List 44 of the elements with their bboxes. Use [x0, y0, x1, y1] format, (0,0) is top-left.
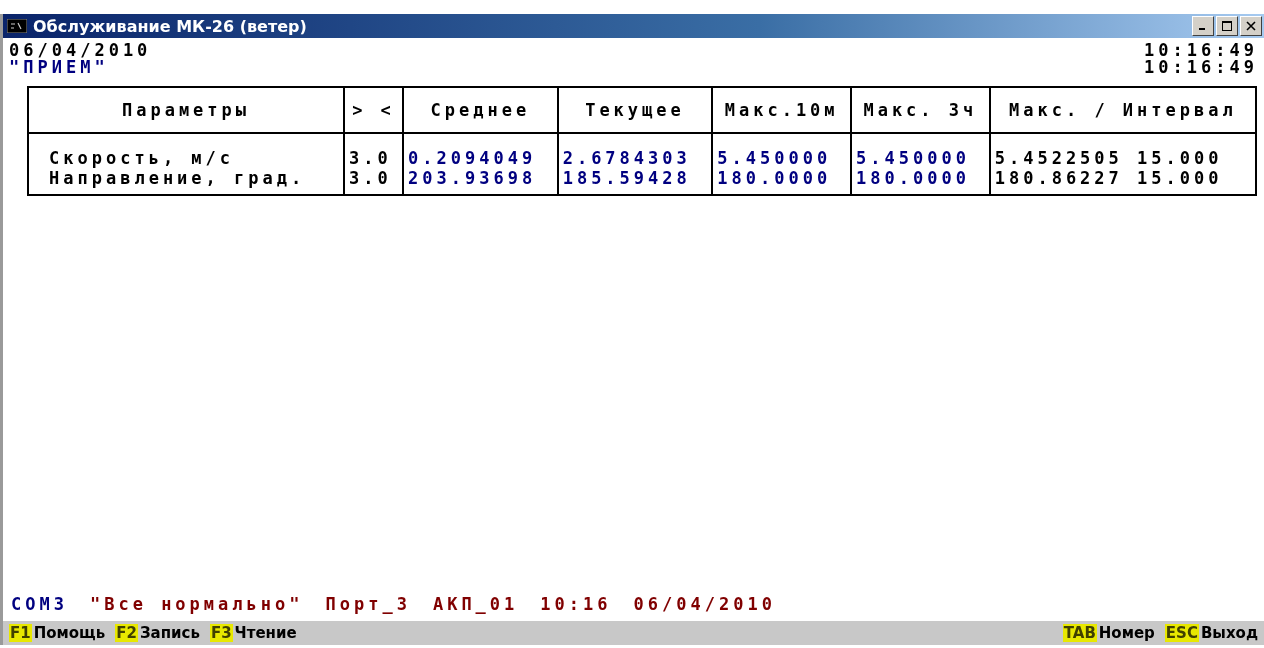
column-header: Макс. / Интервал: [1008, 100, 1237, 120]
table-cell: 5.450000: [856, 148, 970, 168]
function-key-button[interactable]: TAB Номер: [1062, 624, 1155, 642]
time-text: 10:16:49: [1144, 59, 1258, 76]
column-header: > <: [352, 100, 395, 120]
maximize-icon: [1222, 21, 1232, 31]
table-cell: 203.93698: [408, 168, 537, 188]
function-key-button[interactable]: ESC Выход: [1164, 624, 1258, 642]
column-header: Макс.10м: [724, 100, 839, 120]
status-text: 06/04/2010: [633, 596, 776, 613]
table-cell: 0.2094049: [408, 148, 537, 168]
table-cell: 3.0: [349, 168, 392, 188]
function-key-button[interactable]: F1 Помощь: [9, 624, 106, 642]
status-text: 10:16: [540, 596, 612, 613]
column-header: Макс. 3ч: [863, 100, 978, 120]
maximize-button[interactable]: [1216, 16, 1238, 36]
table-cell: 185.59428: [562, 168, 691, 188]
column-header: Параметры: [121, 100, 251, 120]
function-key-button[interactable]: F3 Чтение: [209, 624, 297, 642]
column-header: Среднее: [430, 100, 531, 120]
table-cell: 3.0: [349, 148, 392, 168]
table-cell: 180.0000: [717, 168, 832, 188]
table-cell: 180.86227 15.000: [994, 168, 1223, 188]
table-cell: 2.6784303: [562, 148, 691, 168]
table-cell: 5.450000: [717, 148, 832, 168]
table-cell: Скорость, м/с: [49, 148, 235, 168]
table-cell: 180.0000: [856, 168, 970, 188]
date-text: 06/04/2010: [9, 42, 152, 59]
mode-text: "ПРИЕМ": [9, 59, 109, 76]
status-text: Порт_3: [325, 596, 411, 613]
status-text: АКП_01: [432, 596, 519, 613]
table-cell: Направление, град.: [49, 168, 306, 188]
status-text: "Все нормально": [89, 596, 304, 613]
close-icon: [1246, 21, 1256, 31]
status-text: COM3: [11, 596, 68, 613]
function-key-button[interactable]: F2 Запись: [115, 624, 200, 642]
close-button[interactable]: [1240, 16, 1262, 36]
minimize-icon: [1198, 28, 1205, 30]
window-title: Обслуживание МК-26 (ветер): [33, 16, 307, 36]
console-icon: [7, 19, 27, 33]
minimize-button[interactable]: [1192, 16, 1214, 36]
time-text: 10:16:49: [1144, 42, 1258, 59]
table-cell: 5.4522505 15.000: [994, 148, 1223, 168]
column-header: Текущее: [585, 100, 685, 120]
